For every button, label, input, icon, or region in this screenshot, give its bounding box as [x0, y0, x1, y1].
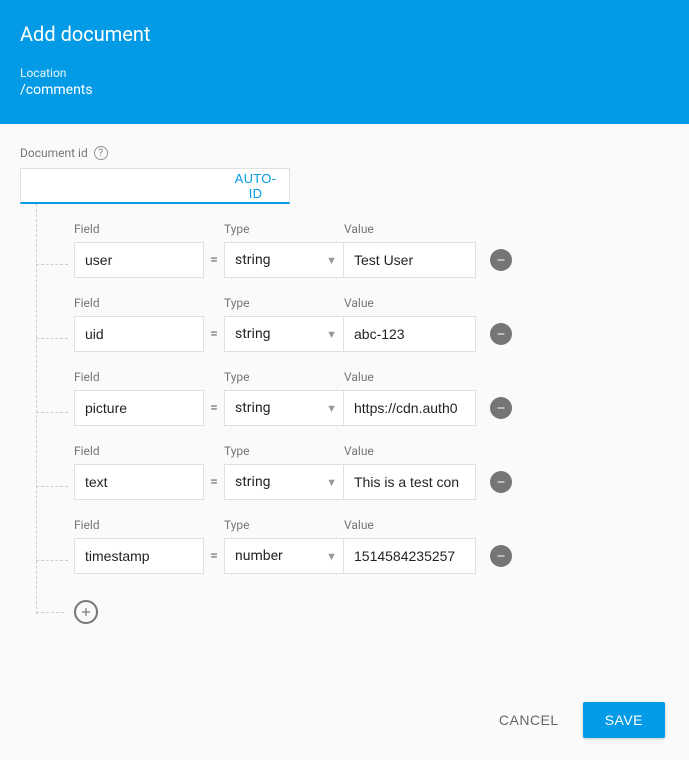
cancel-button[interactable]: CANCEL	[495, 704, 563, 736]
add-field-button[interactable]	[74, 600, 98, 624]
document-id-label: Document id	[20, 146, 88, 160]
type-column-label: Type	[224, 370, 344, 384]
equals-sign: =	[204, 400, 224, 416]
dialog-header: Add document Location /comments	[0, 0, 689, 124]
field-name-input[interactable]	[74, 538, 204, 574]
field-type-value: string	[235, 252, 271, 268]
field-name-input[interactable]	[74, 316, 204, 352]
fields-tree: Field Type Value = string ▼	[36, 204, 669, 634]
field-type-select[interactable]: string ▼	[224, 390, 344, 426]
add-field-row	[36, 574, 669, 634]
location-path: /comments	[20, 82, 669, 98]
chevron-down-icon: ▼	[326, 402, 337, 415]
field-column-label: Field	[74, 222, 224, 236]
field-column-label: Field	[74, 370, 224, 384]
field-row: Field Type Value = string ▼	[36, 426, 669, 500]
type-column-label: Type	[224, 444, 344, 458]
remove-field-button[interactable]	[490, 323, 512, 345]
field-column-label: Field	[74, 296, 224, 310]
value-column-label: Value	[344, 370, 484, 384]
field-type-select[interactable]: string ▼	[224, 316, 344, 352]
auto-id-button[interactable]: AUTO-ID	[222, 169, 289, 202]
field-row: Field Type Value = number ▼	[36, 500, 669, 574]
field-type-value: string	[235, 400, 271, 416]
field-type-select[interactable]: string ▼	[224, 464, 344, 500]
chevron-down-icon: ▼	[326, 254, 337, 267]
minus-icon	[495, 328, 507, 340]
field-value-input[interactable]	[344, 464, 476, 500]
remove-field-button[interactable]	[490, 397, 512, 419]
field-name-input[interactable]	[74, 242, 204, 278]
equals-sign: =	[204, 474, 224, 490]
field-row: Field Type Value = string ▼	[36, 204, 669, 278]
equals-sign: =	[204, 326, 224, 342]
type-column-label: Type	[224, 518, 344, 532]
chevron-down-icon: ▼	[326, 476, 337, 489]
dialog-footer: CANCEL SAVE	[0, 684, 689, 760]
field-name-input[interactable]	[74, 464, 204, 500]
remove-field-button[interactable]	[490, 471, 512, 493]
value-column-label: Value	[344, 222, 484, 236]
field-column-label: Field	[74, 444, 224, 458]
value-column-label: Value	[344, 518, 484, 532]
plus-icon	[79, 605, 93, 619]
field-type-value: number	[235, 548, 283, 564]
field-value-input[interactable]	[344, 390, 476, 426]
field-value-input[interactable]	[344, 316, 476, 352]
remove-field-button[interactable]	[490, 249, 512, 271]
value-column-label: Value	[344, 444, 484, 458]
minus-icon	[495, 476, 507, 488]
equals-sign: =	[204, 548, 224, 564]
dialog-title: Add document	[20, 22, 669, 46]
remove-field-button[interactable]	[490, 545, 512, 567]
minus-icon	[495, 254, 507, 266]
field-value-input[interactable]	[344, 538, 476, 574]
type-column-label: Type	[224, 296, 344, 310]
document-id-input-wrap: AUTO-ID	[20, 168, 290, 204]
chevron-down-icon: ▼	[326, 328, 337, 341]
add-document-dialog: Add document Location /comments Document…	[0, 0, 689, 760]
field-row: Field Type Value = string ▼	[36, 352, 669, 426]
chevron-down-icon: ▼	[326, 550, 337, 563]
type-column-label: Type	[224, 222, 344, 236]
field-type-value: string	[235, 326, 271, 342]
field-type-select[interactable]: number ▼	[224, 538, 344, 574]
minus-icon	[495, 402, 507, 414]
field-row: Field Type Value = string ▼	[36, 278, 669, 352]
field-type-value: string	[235, 474, 271, 490]
field-name-input[interactable]	[74, 390, 204, 426]
location-label: Location	[20, 66, 669, 80]
document-id-input[interactable]	[21, 169, 222, 202]
field-column-label: Field	[74, 518, 224, 532]
field-type-select[interactable]: string ▼	[224, 242, 344, 278]
value-column-label: Value	[344, 296, 484, 310]
field-value-input[interactable]	[344, 242, 476, 278]
dialog-body: Document id ? AUTO-ID Field Type Value =…	[0, 124, 689, 684]
document-id-label-row: Document id ?	[20, 146, 669, 160]
minus-icon	[495, 550, 507, 562]
save-button[interactable]: SAVE	[583, 702, 665, 738]
help-icon[interactable]: ?	[94, 146, 108, 160]
equals-sign: =	[204, 252, 224, 268]
